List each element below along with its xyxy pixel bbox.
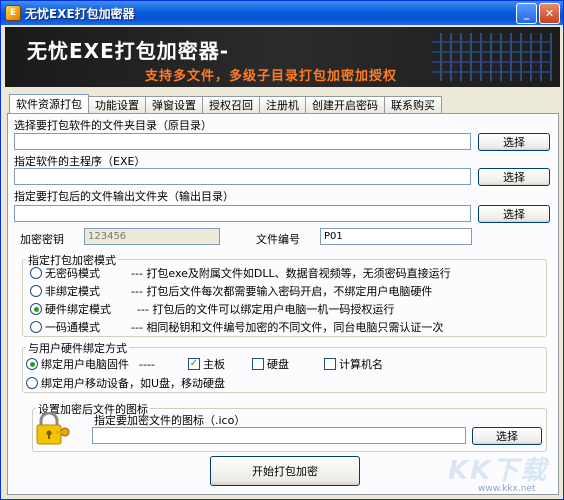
icon-file-label: 指定要加密文件的图标（.ico） [94, 414, 246, 427]
check-label: 硬盘 [267, 358, 289, 371]
bind-pc-dashes: ---- [139, 357, 155, 371]
checkbox-checked-icon[interactable]: ✓ [188, 358, 200, 370]
check-harddisk[interactable]: 硬盘 [252, 356, 289, 372]
mode-option-desc: --- 打包后文件每次都需要输入密码开启，不绑定用户电脑硬件 [131, 285, 433, 298]
source-dir-select-button[interactable]: 选择 [478, 133, 550, 151]
hardware-bind-group-title: 与用户硬件绑定方式 [26, 340, 129, 356]
checkbox-icon[interactable] [324, 358, 336, 370]
watermark-logo: KK下载 www.kkx.net [446, 450, 561, 498]
mode-option-desc: --- 打包exe及附属文件如DLL、数据音视频等，无须密码直接运行 [131, 267, 451, 280]
source-dir-input[interactable] [14, 133, 471, 150]
output-dir-label: 指定要打包后的文件输出文件夹（输出目录） [14, 190, 234, 203]
title-bar[interactable]: E 无忧EXE打包加密器 _ ✕ [1, 1, 563, 25]
banner-subtitle: 支持多文件，多级子目录打包加密加授权 [145, 69, 398, 84]
encrypt-key-label: 加密密钥 [20, 233, 64, 246]
tab-create-password[interactable]: 创建开启密码 [305, 96, 385, 113]
check-label: 主板 [203, 358, 225, 371]
banner: 无忧EXE打包加密器- 支持多文件，多级子目录打包加密加授权 [5, 27, 560, 87]
app-icon: E [5, 5, 21, 21]
banner-decoration [432, 33, 552, 81]
window-title: 无忧EXE打包加密器 [25, 6, 135, 21]
main-exe-select-button[interactable]: 选择 [478, 168, 550, 186]
bind-pc-label: 绑定用户电脑固件 [41, 358, 129, 371]
radio-icon[interactable] [30, 321, 42, 333]
mode-option-one-code[interactable]: 一码通模式 --- 相同秘钥和文件编号加密的不同文件，同台电脑只需认证一次 [30, 319, 443, 335]
watermark-brand: KK下载 [448, 456, 549, 486]
source-dir-label: 选择要打包软件的文件夹目录（原目录） [14, 119, 212, 132]
app-window: E 无忧EXE打包加密器 _ ✕ 无忧EXE打包加密器- 支持多文件，多级子目录… [0, 0, 564, 500]
tab-resource-pack[interactable]: 软件资源打包 [9, 94, 89, 113]
resource-pack-panel: 选择要打包软件的文件夹目录（原目录） 选择 指定软件的主程序（EXE） 选择 指… [7, 113, 559, 495]
tab-strip: 软件资源打包 功能设置 弹窗设置 授权召回 注册机 创建开启密码 联系购买 [9, 94, 442, 113]
minimize-icon[interactable]: _ [516, 3, 537, 24]
encrypt-key-input[interactable]: 123456 [84, 228, 220, 245]
file-number-label: 文件编号 [256, 233, 300, 246]
bind-mobile-label: 绑定用户移动设备，如U盘，移动硬盘 [41, 377, 226, 390]
radio-selected-icon[interactable] [30, 303, 42, 315]
icon-file-input[interactable] [92, 427, 466, 444]
file-number-input[interactable]: P01 [320, 228, 472, 245]
banner-title: 无忧EXE打包加密器- [27, 39, 230, 63]
close-icon[interactable]: ✕ [539, 3, 560, 24]
mode-option-label: 硬件绑定模式 [45, 303, 111, 316]
tab-contact-purchase[interactable]: 联系购买 [384, 96, 442, 113]
tab-keygen[interactable]: 注册机 [259, 96, 306, 113]
mode-option-label: 一码通模式 [45, 321, 100, 334]
icon-file-select-button[interactable]: 选择 [472, 427, 542, 445]
radio-icon[interactable] [30, 267, 42, 279]
watermark-url: www.kkx.net [478, 484, 536, 494]
radio-icon[interactable] [30, 285, 42, 297]
main-exe-label: 指定软件的主程序（EXE） [14, 155, 146, 168]
mode-option-label: 无密码模式 [45, 267, 100, 280]
window-controls: _ ✕ [516, 3, 560, 24]
mode-option-desc: --- 相同秘钥和文件编号加密的不同文件，同台电脑只需认证一次 [131, 321, 444, 334]
check-mainboard[interactable]: ✓ 主板 [188, 356, 225, 372]
tab-popup-settings[interactable]: 弹窗设置 [145, 96, 203, 113]
mode-option-label: 非绑定模式 [45, 285, 100, 298]
tab-feature-settings[interactable]: 功能设置 [88, 96, 146, 113]
lock-key-icon [36, 412, 70, 445]
start-pack-button[interactable]: 开始打包加密 [210, 456, 360, 486]
bind-pc-option[interactable]: 绑定用户电脑固件 ---- [26, 356, 155, 372]
mode-option-desc: --- 打包后的文件可以绑定用户电脑一机一码授权运行 [137, 303, 395, 316]
mode-option-no-password[interactable]: 无密码模式 --- 打包exe及附属文件如DLL、数据音视频等，无须密码直接运行 [30, 265, 451, 281]
mode-option-unbound[interactable]: 非绑定模式 --- 打包后文件每次都需要输入密码开启，不绑定用户电脑硬件 [30, 283, 432, 299]
output-dir-select-button[interactable]: 选择 [478, 205, 550, 223]
output-dir-input[interactable] [14, 205, 471, 222]
main-exe-input[interactable] [14, 168, 471, 185]
check-label: 计算机名 [339, 358, 383, 371]
check-computer-name[interactable]: 计算机名 [324, 356, 383, 372]
radio-selected-icon[interactable] [26, 358, 38, 370]
radio-icon[interactable] [26, 377, 38, 389]
bind-mobile-option[interactable]: 绑定用户移动设备，如U盘，移动硬盘 [26, 375, 225, 391]
checkbox-icon[interactable] [252, 358, 264, 370]
tab-license-recall[interactable]: 授权召回 [202, 96, 260, 113]
mode-option-hardware-bound[interactable]: 硬件绑定模式 --- 打包后的文件可以绑定用户电脑一机一码授权运行 [30, 301, 394, 317]
